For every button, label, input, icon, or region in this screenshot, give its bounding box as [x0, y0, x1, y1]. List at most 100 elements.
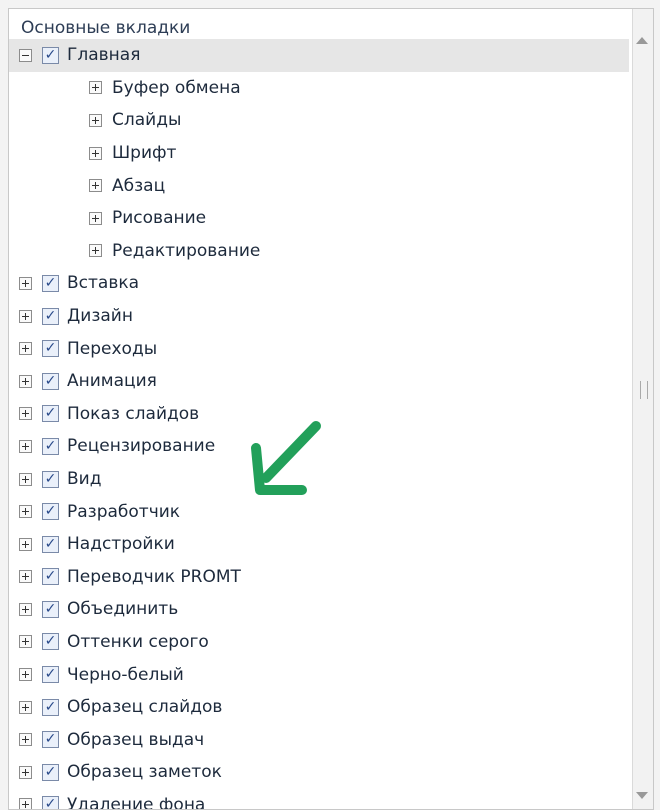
- checkbox[interactable]: ✓: [42, 568, 59, 586]
- tree-subitem-label: Шрифт: [112, 143, 177, 164]
- tree-item-label: Вставка: [67, 273, 140, 294]
- checkbox[interactable]: ✓: [42, 437, 59, 455]
- tree-item[interactable]: ✓ Образец выдач: [9, 723, 629, 756]
- checkbox[interactable]: ✓: [42, 535, 59, 553]
- checkmark-icon: ✓: [44, 796, 57, 810]
- tree-subitem[interactable]: Абзац: [9, 169, 629, 202]
- tree-item-label: Разработчик: [67, 501, 181, 522]
- expand-icon[interactable]: [19, 276, 32, 290]
- tree-item-label: Переходы: [67, 338, 158, 359]
- checkbox[interactable]: ✓: [42, 372, 59, 390]
- collapse-icon[interactable]: [19, 48, 32, 62]
- expand-icon[interactable]: [89, 211, 102, 225]
- scroll-down-icon[interactable]: [636, 792, 648, 799]
- checkmark-icon: ✓: [44, 46, 57, 63]
- expand-icon[interactable]: [19, 602, 32, 616]
- expand-icon[interactable]: [89, 244, 102, 258]
- expand-icon[interactable]: [19, 537, 32, 551]
- checkbox-main[interactable]: ✓: [42, 46, 59, 64]
- checkmark-icon: ✓: [44, 535, 57, 552]
- tree-item[interactable]: ✓ Черно-белый: [9, 658, 629, 691]
- scroll-thumb-grip[interactable]: [640, 381, 648, 399]
- tree-subitem[interactable]: Шрифт: [9, 137, 629, 170]
- checkmark-icon: ✓: [44, 372, 57, 389]
- tree-item-label: Анимация: [67, 371, 157, 392]
- tree-item[interactable]: ✓ Анимация: [9, 365, 629, 398]
- tree-item-label: Показ слайдов: [67, 403, 200, 424]
- checkbox[interactable]: ✓: [42, 470, 59, 488]
- checkbox[interactable]: ✓: [42, 307, 59, 325]
- tabs-tree-panel: Основные вкладки ✓ Главная Буфер обмена С…: [8, 8, 654, 810]
- checkbox[interactable]: ✓: [42, 405, 59, 423]
- checkmark-icon: ✓: [44, 470, 57, 487]
- tree-item[interactable]: ✓ Дизайн: [9, 300, 629, 333]
- checkbox[interactable]: ✓: [42, 698, 59, 716]
- checkbox[interactable]: ✓: [42, 633, 59, 651]
- tree-subitem[interactable]: Редактирование: [9, 235, 629, 268]
- checkmark-icon: ✓: [44, 274, 57, 291]
- tree-item[interactable]: ✓ Оттенки серого: [9, 626, 629, 659]
- expand-icon[interactable]: [89, 146, 102, 160]
- checkmark-icon: ✓: [44, 340, 57, 357]
- tree-item-label: Вид: [67, 469, 102, 490]
- tree-item-main[interactable]: ✓ Главная: [9, 39, 629, 72]
- tree-item-label: Образец выдач: [67, 729, 205, 750]
- expand-icon[interactable]: [19, 798, 32, 809]
- tree-subitem[interactable]: Рисование: [9, 202, 629, 235]
- checkbox[interactable]: ✓: [42, 600, 59, 618]
- tree-subitem-label: Рисование: [112, 208, 207, 229]
- checkbox[interactable]: ✓: [42, 340, 59, 358]
- tree-item-label: Образец заметок: [67, 762, 222, 783]
- checkmark-icon: ✓: [44, 437, 57, 454]
- checkbox[interactable]: ✓: [42, 731, 59, 749]
- expand-icon[interactable]: [19, 374, 32, 388]
- expand-icon[interactable]: [19, 700, 32, 714]
- expand-icon[interactable]: [19, 668, 32, 682]
- checkmark-icon: ✓: [44, 307, 57, 324]
- tree-subitem-label: Слайды: [112, 110, 182, 131]
- expand-icon[interactable]: [19, 765, 32, 779]
- tree-item-label: Рецензирование: [67, 436, 216, 457]
- expand-icon[interactable]: [89, 113, 102, 127]
- expand-icon[interactable]: [89, 179, 102, 193]
- tree-item-label: Объединить: [67, 599, 179, 620]
- tree-subitem[interactable]: Буфер обмена: [9, 72, 629, 105]
- expand-icon[interactable]: [19, 505, 32, 519]
- tree-item[interactable]: ✓ Переходы: [9, 332, 629, 365]
- tree-item[interactable]: ✓ Вставка: [9, 267, 629, 300]
- tree-item[interactable]: ✓ Удаление фона: [9, 789, 629, 810]
- tree-subitem-label: Абзац: [112, 175, 166, 196]
- expand-icon[interactable]: [19, 309, 32, 323]
- tree-subitem-label: Редактирование: [112, 240, 261, 261]
- tree-item[interactable]: ✓ Образец слайдов: [9, 691, 629, 724]
- checkbox[interactable]: ✓: [42, 763, 59, 781]
- tree-item-label: Главная: [67, 45, 141, 66]
- expand-icon[interactable]: [19, 342, 32, 356]
- expand-icon[interactable]: [89, 81, 102, 95]
- tree-item[interactable]: ✓ Надстройки: [9, 528, 629, 561]
- tree-item-label: Надстройки: [67, 534, 175, 555]
- scroll-up-icon[interactable]: [636, 37, 648, 44]
- checkbox[interactable]: ✓: [42, 503, 59, 521]
- checkmark-icon: ✓: [44, 763, 57, 780]
- tree-item[interactable]: ✓ Переводчик PROMT: [9, 561, 629, 594]
- checkmark-icon: ✓: [44, 503, 57, 520]
- tree-item-label: Образец слайдов: [67, 697, 223, 718]
- checkmark-icon: ✓: [44, 568, 57, 585]
- checkmark-icon: ✓: [44, 600, 57, 617]
- tree-item-label: Дизайн: [67, 306, 133, 327]
- checkbox[interactable]: ✓: [42, 796, 59, 810]
- tree-subitem[interactable]: Слайды: [9, 104, 629, 137]
- expand-icon[interactable]: [19, 472, 32, 486]
- checkbox[interactable]: ✓: [42, 666, 59, 684]
- tree-item[interactable]: ✓ Объединить: [9, 593, 629, 626]
- expand-icon[interactable]: [19, 407, 32, 421]
- checkmark-icon: ✓: [44, 731, 57, 748]
- checkbox[interactable]: ✓: [42, 274, 59, 292]
- vertical-scrollbar[interactable]: [632, 9, 653, 809]
- tree-item[interactable]: ✓ Образец заметок: [9, 756, 629, 789]
- expand-icon[interactable]: [19, 439, 32, 453]
- expand-icon[interactable]: [19, 733, 32, 747]
- expand-icon[interactable]: [19, 570, 32, 584]
- expand-icon[interactable]: [19, 635, 32, 649]
